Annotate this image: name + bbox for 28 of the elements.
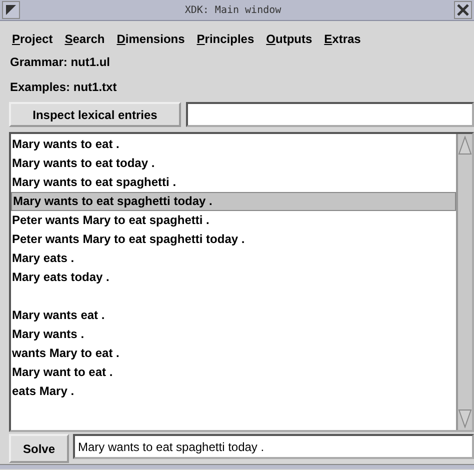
menu-item[interactable]: Principles [196, 32, 254, 46]
list-item[interactable]: Mary wants to eat . [11, 135, 456, 154]
window-title: XDK: Main window [184, 4, 282, 16]
solve-button[interactable]: Solve [9, 434, 69, 463]
menu-item[interactable]: Search [64, 32, 105, 46]
sentence-field[interactable]: Mary wants to eat spaghetti today . [73, 434, 474, 459]
list-item[interactable]: Mary wants to eat spaghetti . [11, 173, 456, 192]
list-item[interactable]: Mary eats . [11, 249, 456, 268]
list-item[interactable]: Mary wants to eat today . [11, 154, 456, 173]
close-icon[interactable] [454, 1, 472, 19]
list-item[interactable]: Peter wants Mary to eat spaghetti . [11, 211, 456, 230]
info-label: Grammar: nut1.ul [10, 55, 110, 69]
list-item[interactable]: Mary wants to eat spaghetti today . [11, 192, 456, 211]
list-item[interactable]: wants Mary to eat . [11, 344, 456, 363]
menu-item[interactable]: Dimensions [116, 32, 185, 46]
info-label: Examples: nut1.txt [10, 80, 117, 94]
list-item[interactable]: eats Mary . [11, 382, 456, 401]
list-item[interactable]: Mary wants eat . [11, 306, 456, 325]
inspect-button[interactable]: Inspect lexical entries [9, 102, 181, 127]
list-item[interactable]: Peter wants Mary to eat spaghetti today . [11, 230, 456, 249]
list-item[interactable]: Mary want to eat . [11, 363, 456, 382]
input-field[interactable] [186, 102, 474, 127]
list-item[interactable]: Mary wants . [11, 325, 456, 344]
menu-item[interactable]: Outputs [266, 32, 312, 46]
list-item[interactable]: Mary eats today . [11, 268, 456, 287]
window-menu-icon[interactable] [2, 1, 20, 19]
menu-item[interactable]: Extras [324, 32, 361, 46]
menu-item[interactable]: Project [12, 32, 53, 46]
